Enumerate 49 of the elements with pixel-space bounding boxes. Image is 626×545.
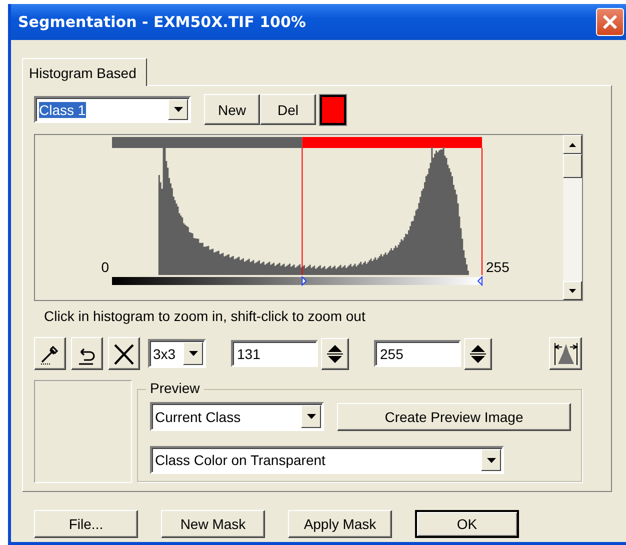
color-swatch[interactable] [320, 94, 346, 124]
kernel-dropdown[interactable]: 3x3 [148, 339, 206, 368]
new-mask-button[interactable]: New Mask [161, 510, 265, 538]
caret-icon [188, 351, 198, 356]
threshold-line[interactable] [302, 148, 303, 276]
axis-label: 0 [101, 259, 109, 275]
spin-button[interactable] [464, 338, 492, 370]
marker-icon[interactable] [477, 276, 482, 286]
file-button[interactable]: File... [34, 510, 138, 538]
cross-icon [112, 342, 136, 366]
clear-button[interactable] [108, 337, 140, 370]
undo-button[interactable] [71, 337, 103, 370]
class-dropdown[interactable]: Class 1 [34, 96, 191, 123]
number-field[interactable]: 131 [231, 340, 318, 367]
delete-button[interactable]: Del [260, 94, 316, 125]
fit-histogram-button[interactable] [549, 337, 582, 370]
close-button[interactable] [596, 8, 624, 36]
caret-icon [486, 458, 496, 462]
scope-dropdown[interactable]: Current Class [150, 402, 324, 431]
dropdown-button[interactable] [481, 449, 501, 471]
create-preview-button[interactable]: Create Preview Image [337, 402, 571, 430]
dropdown-button[interactable] [168, 99, 188, 120]
down-arrow-icon [569, 288, 576, 292]
new-button[interactable]: New [204, 94, 260, 125]
window-title: Segmentation - EXM50X.TIF 100% [18, 13, 306, 31]
spin-button[interactable] [321, 338, 349, 370]
caret-icon [174, 107, 182, 112]
scrollbar[interactable] [563, 135, 582, 300]
group-label: Preview [146, 380, 204, 396]
dropdown-button[interactable] [301, 405, 321, 428]
scroll-thumb[interactable] [563, 154, 582, 178]
spinner-arrows-icon [327, 342, 343, 364]
tab[interactable]: Histogram Based [22, 58, 148, 86]
close-icon [602, 14, 618, 30]
dropdown-button[interactable] [183, 342, 203, 365]
up-arrow-icon [569, 142, 576, 146]
scroll-down-button[interactable] [563, 281, 582, 300]
histogram-arrows-icon [552, 340, 578, 366]
apply-mask-button[interactable]: Apply Mask [288, 510, 392, 538]
mode-dropdown[interactable]: Class Color on Transparent [150, 446, 504, 474]
marker-icon[interactable] [302, 276, 307, 286]
eyedropper-button[interactable] [34, 337, 66, 370]
caret-icon [306, 414, 316, 419]
axis-label: 255 [486, 259, 510, 275]
spinner-arrows-icon [470, 342, 486, 364]
number-field[interactable]: 255 [374, 340, 461, 367]
ok-button[interactable]: OK [415, 510, 519, 538]
hint-text: Click in histogram to zoom in, shift-click to zoom out [44, 308, 366, 326]
scroll-up-button[interactable] [563, 135, 582, 154]
